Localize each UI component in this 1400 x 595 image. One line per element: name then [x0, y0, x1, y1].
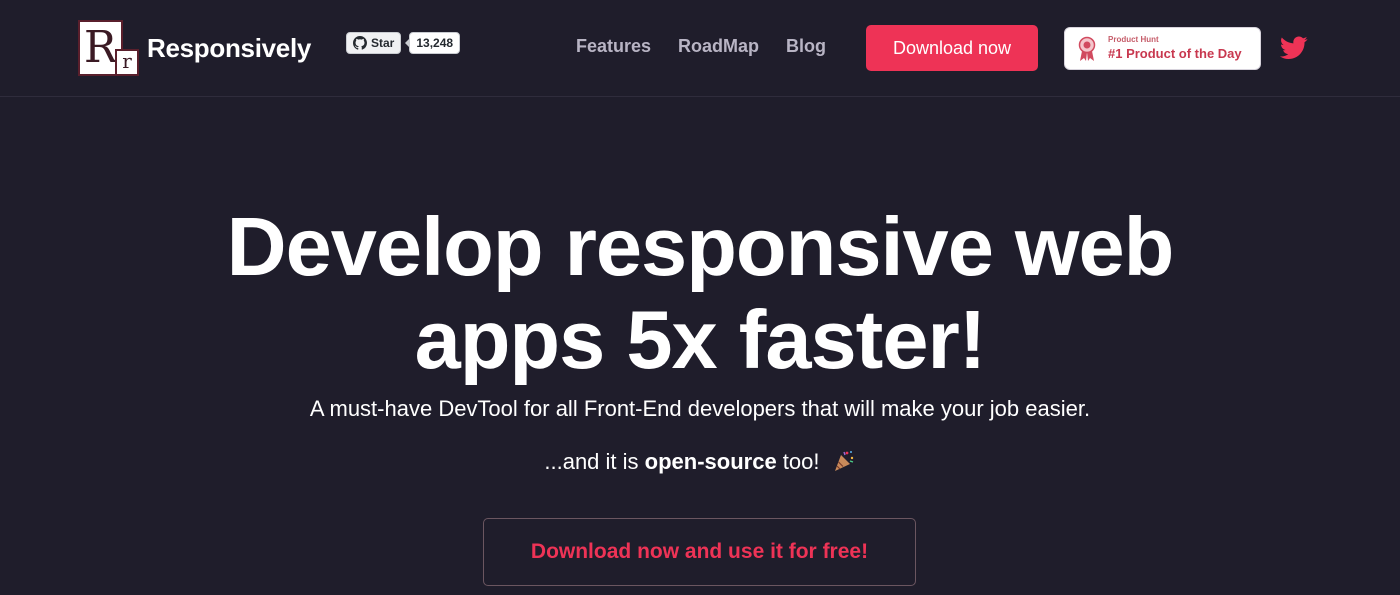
product-hunt-award: #1 Product of the Day: [1108, 45, 1242, 61]
github-star-widget: Star 13,248: [346, 32, 461, 54]
hero-subtitle: A must-have DevTool for all Front-End de…: [309, 396, 1091, 421]
nav-item-features[interactable]: Features: [576, 36, 651, 57]
product-hunt-badge[interactable]: Product Hunt #1 Product of the Day: [1064, 27, 1261, 70]
download-button[interactable]: Download now: [866, 25, 1038, 71]
landing-page: R r Responsively Star 13,248 Features Ro…: [0, 0, 1400, 595]
github-star-label: Star: [371, 36, 395, 50]
open-source-tagline: ...and it is open-source too!: [0, 449, 1400, 475]
github-star-count[interactable]: 13,248: [405, 32, 461, 54]
logo-link[interactable]: R r Responsively: [78, 20, 311, 76]
site-header: R r Responsively Star 13,248 Features Ro…: [0, 0, 1400, 97]
brand-name: Responsively: [147, 32, 312, 63]
product-hunt-text: Product Hunt #1 Product of the Day: [1108, 36, 1242, 60]
download-free-cta[interactable]: Download now and use it for free!: [483, 518, 916, 586]
github-star-button[interactable]: Star: [346, 32, 402, 54]
hero-title: Develop responsive web apps 5x faster!: [0, 200, 1400, 386]
open-source-suffix: too!: [776, 449, 820, 474]
medal-icon: [1078, 36, 1096, 61]
nav-item-roadmap[interactable]: RoadMap: [678, 36, 759, 57]
nav-item-blog[interactable]: Blog: [786, 36, 826, 57]
open-source-prefix: ...and it is: [544, 449, 645, 474]
hero-title-line-2: apps 5x faster!: [414, 293, 987, 386]
party-popper-icon: [834, 451, 853, 471]
logo-mark-small: r: [115, 49, 139, 76]
open-source-emphasis: open-source: [644, 449, 777, 474]
hero-title-line-1: Develop responsive web: [226, 200, 1175, 293]
github-icon: [353, 36, 367, 50]
twitter-icon: [1280, 36, 1308, 59]
product-hunt-label: Product Hunt: [1108, 35, 1159, 45]
logo-mark: R r: [78, 20, 139, 76]
main-nav: Features RoadMap Blog: [576, 36, 826, 57]
